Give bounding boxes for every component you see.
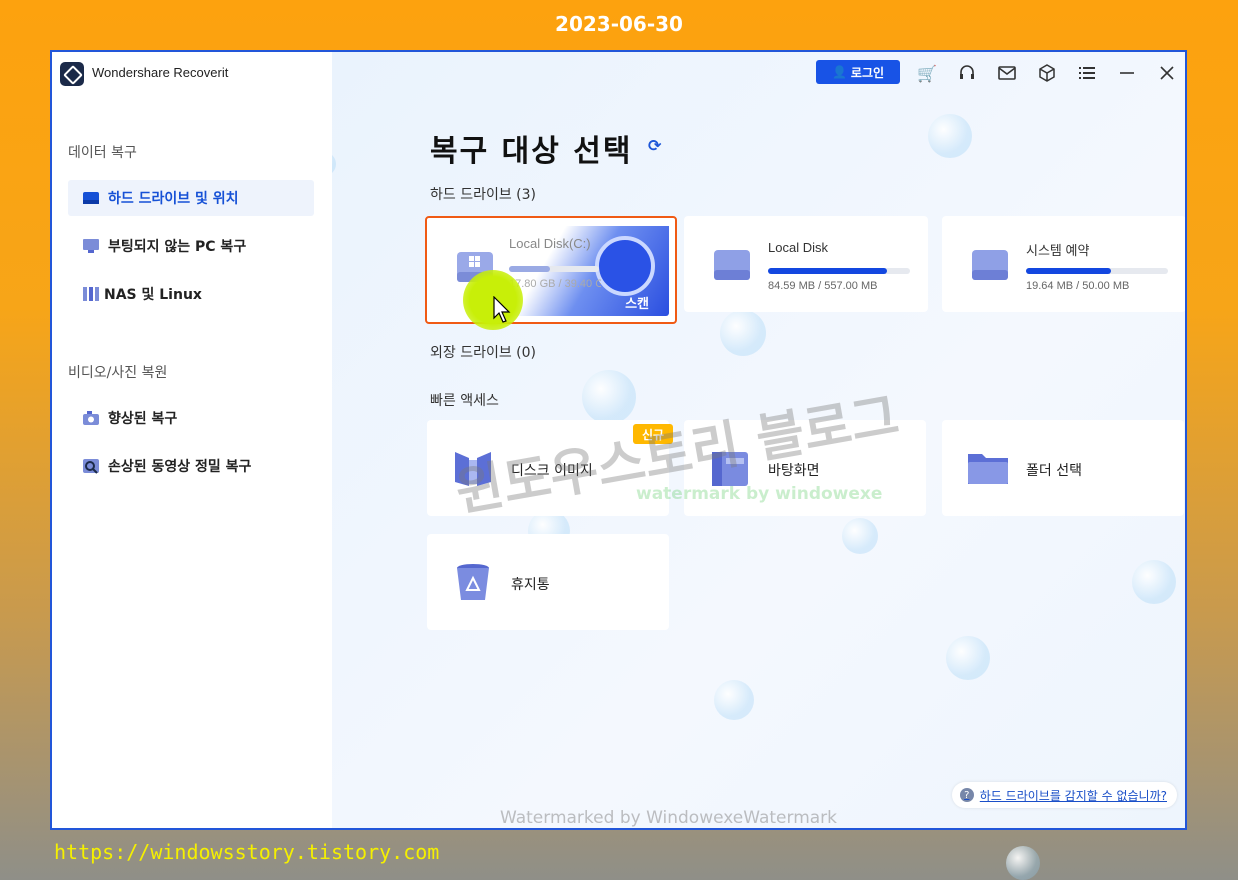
watermark-green: watermark by windowexe — [636, 484, 883, 504]
cart-icon[interactable]: 🛒 — [916, 62, 938, 84]
question-icon: ? — [959, 788, 974, 802]
user-icon: 👤 — [831, 65, 847, 79]
drive-card-c[interactable]: Local Disk(C:) 17.80 GB / 39.40 GB 스캔 — [425, 216, 677, 330]
quick-access-recycle-bin[interactable]: 휴지통 — [427, 534, 669, 630]
drive-usage-bar — [768, 268, 910, 274]
drive-size: 17.80 GB / 39.40 GB — [509, 278, 601, 290]
mail-icon[interactable] — [996, 62, 1018, 84]
external-drives-label: 외장 드라이브 (0) — [430, 345, 537, 361]
decorative-bubble — [1006, 846, 1040, 880]
main-panel: 복구 대상 선택 ⟳ 하드 드라이브 (3) Local Disk(C:) 17… — [212, 52, 1185, 828]
drive-name: Local Disk — [768, 240, 828, 255]
video-repair-icon — [83, 459, 99, 474]
sidebar-section-data-recovery: 데이터 복구 — [68, 145, 137, 161]
drive-card-system[interactable]: 시스템 예약 19.64 MB / 50.00 MB — [942, 216, 1185, 312]
menu-icon[interactable] — [1076, 62, 1098, 84]
sidebar: Wondershare Recoverit 데이터 복구 하드 드라이브 및 위… — [52, 52, 332, 828]
quick-access-name: 휴지통 — [511, 577, 550, 593]
drive-usage-bar — [509, 266, 599, 272]
login-label: 로그인 — [850, 65, 885, 80]
sidebar-item-label: 하드 드라이브 및 위치 — [108, 191, 239, 207]
page-title: 복구 대상 선택 — [430, 134, 633, 169]
quick-access-name: 폴더 선택 — [1026, 463, 1082, 479]
scan-button[interactable]: 스캔 — [625, 293, 649, 312]
sidebar-item-label: 부팅되지 않는 PC 복구 — [108, 239, 247, 255]
drive-card-local[interactable]: Local Disk 84.59 MB / 557.00 MB — [684, 216, 928, 312]
help-link[interactable]: ? 하드 드라이브를 감지할 수 없습니까? — [951, 782, 1177, 808]
nas-icon — [83, 287, 99, 301]
quick-access-folder[interactable]: 폴더 선택 — [942, 420, 1184, 516]
app-title: Wondershare Recoverit — [92, 65, 229, 80]
sidebar-item-unbootable-pc[interactable]: 부팅되지 않는 PC 복구 — [68, 228, 314, 264]
sidebar-item-label: NAS 및 Linux — [104, 287, 202, 303]
drive-icon — [714, 250, 750, 280]
drive-usage-bar — [1026, 268, 1168, 274]
mouse-cursor-icon — [493, 296, 511, 323]
recycle-bin-icon — [457, 564, 489, 600]
sidebar-item-label: 향상된 복구 — [108, 411, 178, 427]
hard-drives-label: 하드 드라이브 (3) — [430, 187, 537, 203]
quick-access-label: 빠른 액세스 — [430, 393, 499, 409]
drive-size: 84.59 MB / 557.00 MB — [768, 280, 878, 292]
drive-size: 19.64 MB / 50.00 MB — [1026, 280, 1130, 292]
sidebar-item-hard-drive[interactable]: 하드 드라이브 및 위치 — [68, 180, 314, 216]
scan-dial-icon — [595, 236, 655, 296]
help-link-text: 하드 드라이브를 감지할 수 없습니까? — [979, 788, 1167, 803]
close-icon[interactable] — [1156, 62, 1178, 84]
sidebar-item-enhanced-recovery[interactable]: 향상된 복구 — [68, 400, 314, 436]
headset-icon[interactable] — [956, 62, 978, 84]
sidebar-item-video-repair[interactable]: 손상된 동영상 정밀 복구 — [68, 448, 314, 484]
sidebar-section-video-photo: 비디오/사진 복원 — [68, 365, 168, 381]
app-window: 복구 대상 선택 ⟳ 하드 드라이브 (3) Local Disk(C:) 17… — [50, 50, 1187, 830]
footer-url: https://windowsstory.tistory.com — [54, 840, 440, 864]
drive-name: Local Disk(C:) — [509, 236, 591, 251]
folder-icon — [968, 454, 1008, 484]
drive-name: 시스템 예약 — [1026, 243, 1090, 258]
drive-icon — [972, 250, 1008, 280]
monitor-icon — [83, 239, 99, 253]
login-button[interactable]: 👤 로그인 — [816, 60, 900, 84]
camera-icon — [83, 411, 99, 425]
date-overlay: 2023-06-30 — [555, 12, 683, 36]
drive-icon — [83, 192, 99, 204]
box-icon[interactable] — [1036, 62, 1058, 84]
watermark-bottom: Watermarked by WindowexeWatermark — [500, 808, 838, 828]
refresh-icon[interactable]: ⟳ — [648, 136, 664, 155]
sidebar-item-nas[interactable]: NAS 및 Linux — [68, 276, 314, 312]
app-logo-icon — [60, 62, 84, 86]
sidebar-item-label: 손상된 동영상 정밀 복구 — [108, 459, 252, 475]
minimize-icon[interactable] — [1116, 62, 1138, 84]
